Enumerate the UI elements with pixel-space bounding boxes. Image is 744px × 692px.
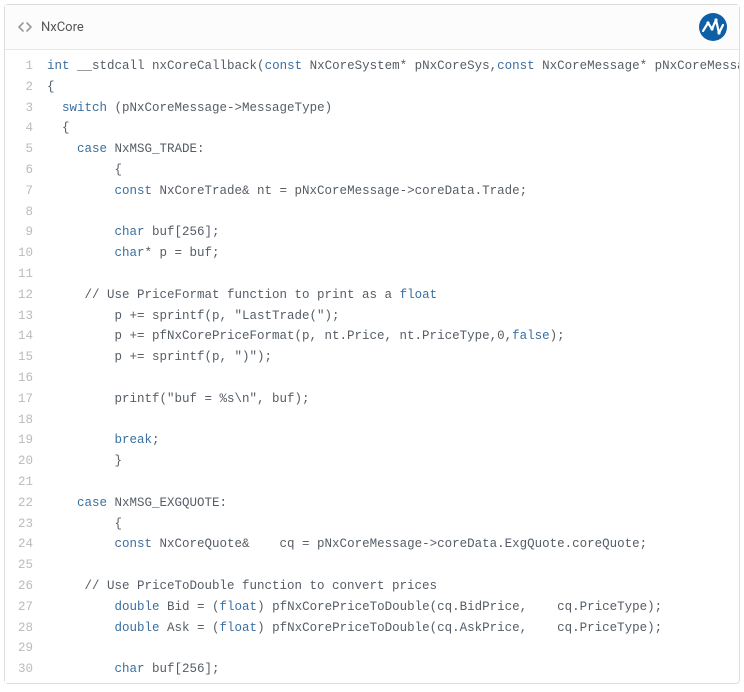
code-line[interactable]: char buf[256]; xyxy=(47,659,731,680)
code-editor[interactable]: 1234567891011121314151617181920212223242… xyxy=(5,50,739,683)
line-number: 26 xyxy=(11,576,33,597)
code-line[interactable] xyxy=(47,264,731,285)
line-number: 23 xyxy=(11,514,33,535)
code-line[interactable] xyxy=(47,555,731,576)
line-number: 15 xyxy=(11,347,33,368)
line-number: 10 xyxy=(11,243,33,264)
line-number: 12 xyxy=(11,285,33,306)
code-line[interactable]: // Use PriceFormat function to print as … xyxy=(47,285,731,306)
code-line[interactable]: // Use PriceToDouble function to convert… xyxy=(47,576,731,597)
line-number: 25 xyxy=(11,555,33,576)
code-icon xyxy=(17,19,33,35)
code-line[interactable]: printf("buf = %s\n", buf); xyxy=(47,389,731,410)
line-number: 6 xyxy=(11,160,33,181)
line-number: 7 xyxy=(11,181,33,202)
code-line[interactable]: p += pfNxCorePriceFormat(p, nt.Price, nt… xyxy=(47,326,731,347)
code-line[interactable]: char buf[256]; xyxy=(47,222,731,243)
line-number-gutter: 1234567891011121314151617181920212223242… xyxy=(5,50,43,683)
panel-header: NxCore xyxy=(5,5,739,50)
line-number: 9 xyxy=(11,222,33,243)
code-line[interactable]: { xyxy=(47,118,731,139)
code-line[interactable]: int __stdcall nxCoreCallback(const NxCor… xyxy=(47,56,731,77)
line-number: 24 xyxy=(11,534,33,555)
line-number: 8 xyxy=(11,202,33,223)
line-number: 18 xyxy=(11,410,33,431)
line-number: 3 xyxy=(11,98,33,119)
line-number: 2 xyxy=(11,77,33,98)
code-line[interactable]: p += sprintf(p, "LastTrade("); xyxy=(47,306,731,327)
code-line[interactable]: double Bid = (float) pfNxCorePriceToDoub… xyxy=(47,597,731,618)
line-number: 19 xyxy=(11,430,33,451)
code-panel: NxCore 123456789101112131415161718192021… xyxy=(4,4,740,684)
code-line[interactable]: { xyxy=(47,160,731,181)
code-line[interactable]: break; xyxy=(47,430,731,451)
code-line[interactable]: const NxCoreQuote& cq = pNxCoreMessage->… xyxy=(47,534,731,555)
line-number: 13 xyxy=(11,306,33,327)
code-line[interactable] xyxy=(47,202,731,223)
code-line[interactable]: case NxMSG_EXGQUOTE: xyxy=(47,493,731,514)
code-line[interactable]: switch (pNxCoreMessage->MessageType) xyxy=(47,98,731,119)
line-number: 22 xyxy=(11,493,33,514)
line-number: 14 xyxy=(11,326,33,347)
line-number: 27 xyxy=(11,597,33,618)
line-number: 28 xyxy=(11,618,33,639)
code-line[interactable]: char* p = buf; xyxy=(47,243,731,264)
line-number: 4 xyxy=(11,118,33,139)
line-number: 11 xyxy=(11,264,33,285)
line-number: 30 xyxy=(11,659,33,680)
code-line[interactable]: case NxMSG_TRADE: xyxy=(47,139,731,160)
code-line[interactable]: p += sprintf(p, ")"); xyxy=(47,347,731,368)
code-line[interactable]: } xyxy=(47,451,731,472)
line-number: 31 xyxy=(11,680,33,683)
line-number: 21 xyxy=(11,472,33,493)
line-number: 16 xyxy=(11,368,33,389)
code-line[interactable]: { xyxy=(47,77,731,98)
line-number: 17 xyxy=(11,389,33,410)
code-line[interactable] xyxy=(47,472,731,493)
code-line[interactable]: const NxCoreTrade& nt = pNxCoreMessage->… xyxy=(47,181,731,202)
code-line[interactable] xyxy=(47,638,731,659)
code-line[interactable] xyxy=(47,368,731,389)
line-number: 29 xyxy=(11,638,33,659)
panel-title: NxCore xyxy=(41,20,699,35)
line-number: 5 xyxy=(11,139,33,160)
code-line[interactable]: { xyxy=(47,514,731,535)
code-line[interactable]: sprintf(buf, "Bid(%0.2f) Ask(%0.2f)",Bid… xyxy=(47,680,731,683)
code-line[interactable] xyxy=(47,410,731,431)
nxcore-logo[interactable] xyxy=(699,13,727,41)
code-content[interactable]: int __stdcall nxCoreCallback(const NxCor… xyxy=(43,50,739,683)
code-line[interactable]: double Ask = (float) pfNxCorePriceToDoub… xyxy=(47,618,731,639)
line-number: 1 xyxy=(11,56,33,77)
line-number: 20 xyxy=(11,451,33,472)
